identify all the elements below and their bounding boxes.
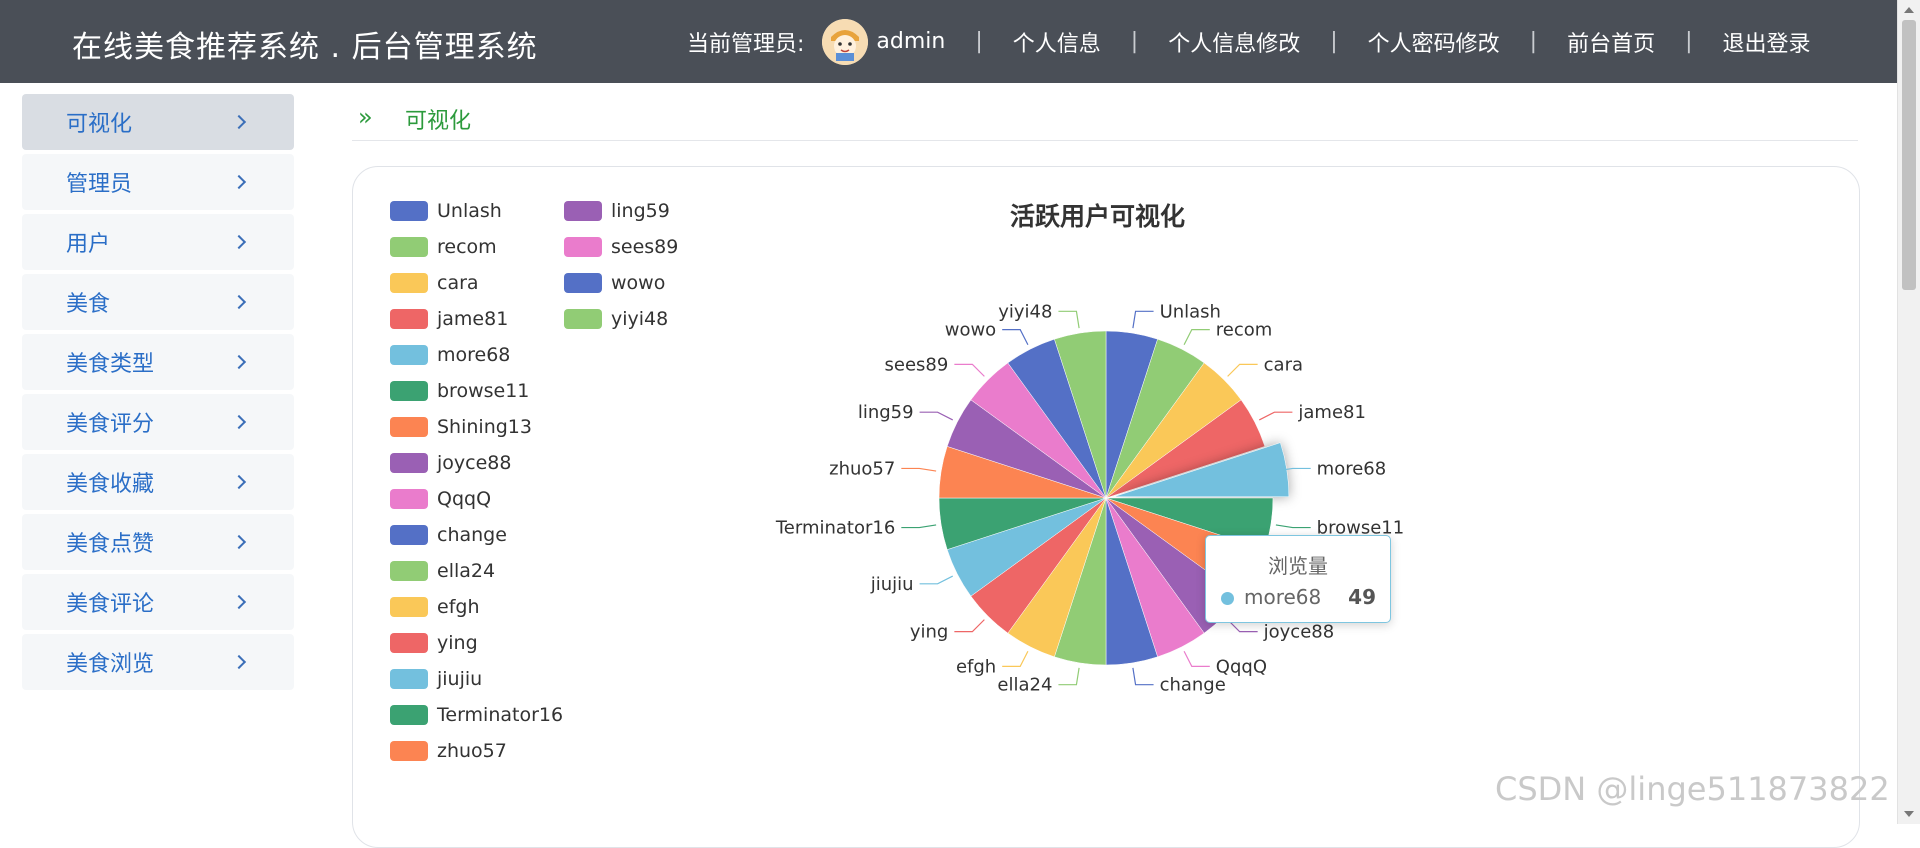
pie-label: sees89 bbox=[885, 354, 949, 375]
pie-label-line bbox=[1132, 667, 1154, 686]
pie-label: joyce88 bbox=[1263, 622, 1335, 643]
pie-label: yiyi48 bbox=[998, 301, 1052, 322]
pie-label-line bbox=[1058, 310, 1080, 329]
pie-label-line bbox=[954, 363, 985, 377]
scroll-up-icon[interactable] bbox=[1904, 7, 1914, 13]
pie-label: more68 bbox=[1317, 458, 1387, 479]
pie-label: recom bbox=[1216, 320, 1273, 341]
pie-chart: Unlashrecomcarajame81more68browse11Shini… bbox=[775, 301, 1404, 696]
pie-label-line bbox=[901, 524, 937, 529]
pie-label-line bbox=[1002, 328, 1029, 346]
pie-label-line bbox=[1258, 411, 1293, 421]
pie-label-line bbox=[1132, 310, 1154, 329]
pie-label: jame81 bbox=[1297, 402, 1366, 423]
tooltip-value: 49 bbox=[1348, 585, 1376, 609]
pie-label: jiujiu bbox=[870, 574, 914, 595]
pie-label-line bbox=[1002, 650, 1029, 668]
pie-label-line bbox=[1183, 328, 1210, 346]
scroll-down-icon[interactable] bbox=[1904, 811, 1914, 817]
pie-label-line bbox=[919, 575, 954, 585]
pie-label: zhuo57 bbox=[829, 458, 895, 479]
pie-label-line bbox=[919, 411, 954, 421]
pie-label: ling59 bbox=[858, 402, 914, 423]
pie-label-line bbox=[1058, 667, 1080, 686]
scrollbar-thumb[interactable] bbox=[1902, 20, 1916, 290]
pie-label-line bbox=[1183, 650, 1210, 668]
tooltip-title: 浏览量 bbox=[1268, 554, 1328, 578]
pie-label: Terminator16 bbox=[775, 518, 895, 539]
tooltip-name: more68 bbox=[1244, 585, 1322, 609]
pie-label: ying bbox=[910, 622, 949, 643]
pie-label: ella24 bbox=[997, 675, 1052, 696]
pie-label: efgh bbox=[956, 656, 996, 677]
pie-label-line bbox=[1275, 524, 1311, 529]
pie-label: cara bbox=[1264, 354, 1303, 375]
page-scrollbar[interactable] bbox=[1897, 0, 1920, 824]
pie-label: change bbox=[1160, 675, 1226, 696]
watermark: CSDN @linge511873822 bbox=[1495, 770, 1890, 808]
chart-tooltip: 浏览量 more68 49 bbox=[1205, 535, 1391, 623]
pie-label-line bbox=[954, 619, 985, 633]
tooltip-marker-icon bbox=[1221, 592, 1234, 605]
pie-label-line bbox=[1227, 363, 1258, 377]
pie-label-line bbox=[901, 467, 937, 472]
pie-label: wowo bbox=[945, 320, 996, 341]
pie-label: Unlash bbox=[1160, 301, 1221, 322]
